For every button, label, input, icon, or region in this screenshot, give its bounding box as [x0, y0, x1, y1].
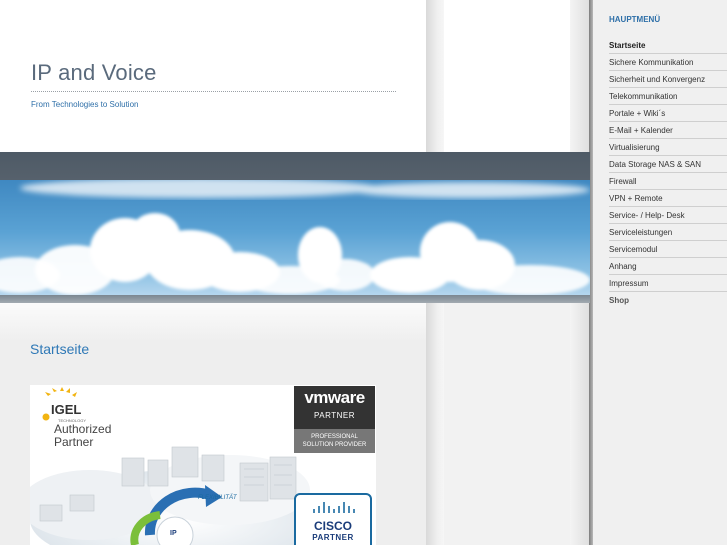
menu-item-impressum[interactable]: Impressum: [609, 275, 727, 292]
menu-item-telekommunikation[interactable]: Telekommunikation: [609, 88, 727, 105]
banner-top-band: [0, 152, 590, 180]
menu-item-virtualisierung[interactable]: Virtualisierung: [609, 139, 727, 156]
igel-authorized-partner-text: Authorized Partner: [54, 422, 112, 449]
vmware-logo-text: vmware: [304, 388, 365, 407]
menu-item-serviceleistungen[interactable]: Serviceleistungen: [609, 224, 727, 241]
menu-item-servicemodul[interactable]: Servicemodul: [609, 241, 727, 258]
main-menu: Startseite Sichere Kommunikation Sicherh…: [609, 37, 727, 309]
partner-logos-image: IP IGEL TECHNOLOGY Authorized Partner vm…: [30, 385, 376, 545]
menu-item-portale-wikis[interactable]: Portale + Wiki´s: [609, 105, 727, 122]
menu-item-service-help-desk[interactable]: Service- / Help- Desk: [609, 207, 727, 224]
page-title: Startseite: [30, 341, 90, 357]
igel-logo: IGEL TECHNOLOGY: [42, 387, 86, 423]
title-divider: [31, 91, 396, 92]
clouds-graphic: [0, 180, 590, 295]
cisco-logo-text: CISCO: [313, 519, 352, 533]
menu-item-anhang[interactable]: Anhang: [609, 258, 727, 275]
site-tagline: From Technologies to Solution: [31, 100, 139, 109]
vmware-level: PROFESSIONAL SOLUTION PROVIDER: [294, 429, 375, 453]
igel-logo-text: IGEL: [51, 402, 81, 417]
content-top-gradient: [0, 303, 426, 343]
menu-item-sichere-kommunikation[interactable]: Sichere Kommunikation: [609, 54, 727, 71]
cisco-bridge-icon: [313, 502, 355, 513]
svg-text:IP: IP: [170, 530, 177, 537]
sky-banner-image: [0, 180, 590, 295]
menu-item-startseite[interactable]: Startseite: [609, 37, 727, 54]
menu-item-shop[interactable]: Shop: [609, 292, 727, 309]
menu-item-email-kalender[interactable]: E-Mail + Kalender: [609, 122, 727, 139]
vmware-partner-badge: vmware PARTNER PROFESSIONAL SOLUTION PRO…: [294, 386, 375, 453]
menu-item-data-storage[interactable]: Data Storage NAS & SAN: [609, 156, 727, 173]
site-title[interactable]: IP and Voice: [31, 60, 157, 86]
menu-item-vpn-remote[interactable]: VPN + Remote: [609, 190, 727, 207]
menu-item-firewall[interactable]: Firewall: [609, 173, 727, 190]
header-background-right: [444, 0, 572, 152]
banner-bottom-band: [0, 295, 590, 303]
sidebar-title: HAUPTMENÜ: [609, 15, 661, 24]
menu-item-sicherheit-und-konvergenz[interactable]: Sicherheit und Konvergenz: [609, 71, 727, 88]
cisco-partner-badge: CISCO PARTNER: [294, 493, 372, 545]
flexibility-label: FLEXIBILITÄT: [198, 495, 237, 501]
